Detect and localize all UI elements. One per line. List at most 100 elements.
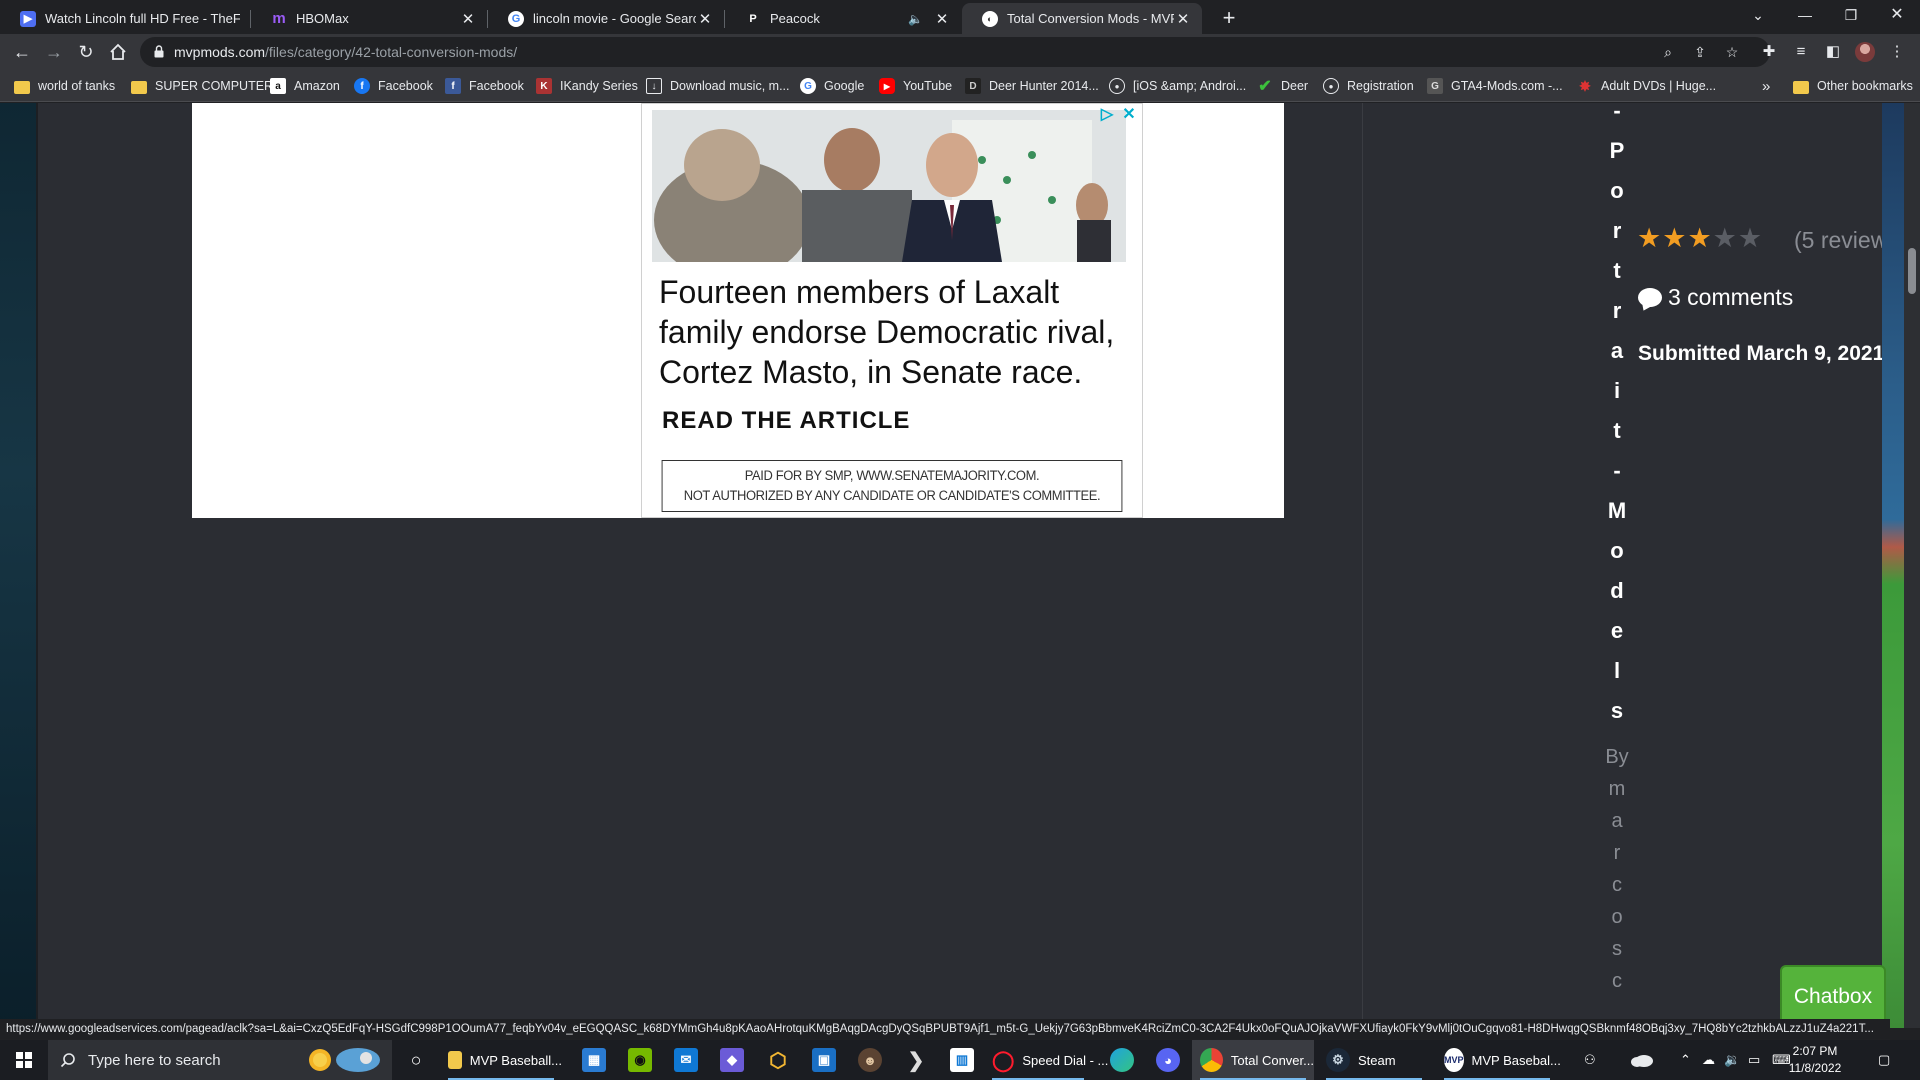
file-author[interactable]: By m a r c o s c	[1602, 741, 1632, 997]
taskbar-item-mvp-folder[interactable]: MVP Baseball...	[440, 1040, 562, 1080]
bookmark-download-music[interactable]: ↓ Download music, m...	[646, 77, 789, 95]
bookmarks-overflow-button[interactable]: »	[1762, 77, 1770, 95]
ad-headline[interactable]: Fourteen members of Laxalt family endors…	[659, 272, 1139, 392]
bookmark-other-bookmarks[interactable]: Other bookmarks	[1793, 77, 1913, 95]
bookmark-world-of-tanks[interactable]: world of tanks	[14, 77, 115, 95]
file-author-char: a	[1611, 810, 1623, 832]
taskbar-item-label: MVP Basebal...	[1471, 1052, 1561, 1068]
system-clock[interactable]: 2:07 PM 11/8/2022	[1786, 1043, 1844, 1077]
new-tab-button[interactable]: +	[1215, 4, 1243, 32]
bookmark-super-computer[interactable]: SUPER COMPUTER	[131, 77, 273, 95]
taskbar-hive-app[interactable]: ⬡	[760, 1040, 796, 1080]
tab-hbomax[interactable]: m HBOMax ✕	[251, 3, 487, 34]
extensions-icon[interactable]: ✚	[1758, 41, 1780, 63]
tab-peacock[interactable]: P Peacock 🔈 ✕	[725, 3, 961, 34]
rating-stars: ★ ★ ★ ★ ★	[1637, 223, 1763, 254]
bookmark-deer[interactable]: ✔ Deer	[1257, 77, 1308, 95]
menu-kebab-icon[interactable]: ⋮	[1886, 41, 1908, 63]
scrollbar-thumb[interactable]	[1908, 248, 1916, 294]
tab-title: lincoln movie - Google Search	[533, 11, 696, 26]
bookmark-adult-dvds[interactable]: ✸ Adult DVDs | Huge...	[1577, 77, 1716, 95]
bookmark-deer-hunter[interactable]: D Deer Hunter 2014...	[965, 77, 1099, 95]
share-icon[interactable]: ⇪	[1690, 42, 1710, 62]
tab-watch-lincoln[interactable]: ▶ Watch Lincoln full HD Free - TheF	[0, 3, 250, 34]
weather-cloud-icon[interactable]: ☁	[1702, 1040, 1715, 1080]
close-ad-icon[interactable]: ✕	[1120, 106, 1138, 124]
address-bar[interactable]: mvpmods.com/files/category/42-total-conv…	[140, 37, 1770, 67]
bookmark-youtube[interactable]: ▶ YouTube	[879, 77, 952, 95]
taskbar-pinned-store-apps[interactable]: ▦	[576, 1040, 612, 1080]
star-filled-icon: ★	[1687, 223, 1712, 253]
taskbar-discord[interactable]: ◕	[1150, 1040, 1186, 1080]
bookmark-facebook-1[interactable]: f Facebook	[354, 77, 433, 95]
comments-link[interactable]: 3 comments	[1638, 284, 1793, 311]
profile-avatar[interactable]	[1855, 42, 1875, 62]
tab-total-conversion-mods[interactable]: ◐ Total Conversion Mods - MVP Mo ✕	[962, 3, 1202, 34]
ad-photo[interactable]	[652, 110, 1126, 262]
taskbar-store[interactable]: ▥	[944, 1040, 980, 1080]
notifications-icon[interactable]: ▢	[1878, 1040, 1890, 1080]
url-text[interactable]: mvpmods.com/files/category/42-total-conv…	[174, 44, 517, 60]
bookmark-facebook-2[interactable]: f Facebook	[445, 77, 524, 95]
file-title-char: t	[1613, 258, 1621, 283]
taskbar-item-steam[interactable]: ⚙ Steam	[1318, 1040, 1430, 1080]
restore-button[interactable]: ❐	[1828, 0, 1874, 30]
ad-badges: ▷ ✕	[1098, 106, 1138, 124]
media-control-icon[interactable]: ≡	[1790, 41, 1812, 63]
back-button[interactable]: ←	[8, 38, 36, 66]
cortana-icon[interactable]: ○	[400, 1040, 432, 1080]
minimize-button[interactable]: —	[1782, 0, 1828, 30]
network-icon[interactable]: ▭	[1748, 1040, 1760, 1080]
bookmark-registration[interactable]: ● Registration	[1323, 77, 1414, 95]
taskbar-terminal-app[interactable]: ❯	[898, 1040, 934, 1080]
reload-button[interactable]: ↻	[72, 38, 100, 66]
bookmark-ikandy[interactable]: K IKandy Series	[536, 77, 638, 95]
taskbar-nvidia[interactable]: ◉	[622, 1040, 658, 1080]
start-button[interactable]	[0, 1040, 48, 1080]
lock-icon[interactable]	[154, 45, 164, 58]
file-author-char: s	[1612, 938, 1622, 960]
people-icon[interactable]: ⚇	[1584, 1040, 1596, 1080]
side-panel-icon[interactable]: ◧	[1822, 41, 1844, 63]
taskbar-edge[interactable]	[1104, 1040, 1140, 1080]
onedrive-icon[interactable]	[1630, 1040, 1654, 1080]
taskbar-video-editor[interactable]: ◆	[714, 1040, 750, 1080]
folder-icon	[448, 1051, 462, 1069]
taskbar-item-label: MVP Baseball...	[469, 1052, 562, 1068]
home-button[interactable]	[104, 38, 132, 66]
forward-button[interactable]: →	[40, 38, 68, 66]
bookmark-ios-android[interactable]: ● [iOS &amp; Androi...	[1109, 77, 1246, 95]
taskbar-game-app[interactable]: ☻	[852, 1040, 888, 1080]
taskbar-item-mvp-baseball[interactable]: MVP MVP Basebal...	[1436, 1040, 1561, 1080]
chatbox-button[interactable]: Chatbox	[1780, 965, 1886, 1023]
page-scrollbar[interactable]	[1904, 103, 1920, 1028]
window-app-icon: ▣	[812, 1048, 836, 1072]
bookmark-star-icon[interactable]: ☆	[1722, 42, 1742, 62]
close-window-button[interactable]: ✕	[1874, 0, 1920, 30]
close-icon[interactable]: ✕	[933, 10, 951, 28]
advertisement[interactable]: ▷ ✕ Fourteen members of Laxalt family en…	[641, 103, 1143, 518]
file-title[interactable]: -Portrait-Models	[1602, 103, 1632, 731]
bookmark-google[interactable]: G Google	[800, 77, 864, 95]
file-author-char: By	[1605, 746, 1629, 768]
show-hidden-icons-chevron-icon[interactable]: ⌃	[1680, 1040, 1691, 1080]
zoom-icon[interactable]: ⌕	[1658, 42, 1678, 62]
adchoices-icon[interactable]: ▷	[1098, 106, 1116, 124]
volume-icon[interactable]: 🔉	[1724, 1040, 1740, 1080]
bookmark-amazon[interactable]: a Amazon	[270, 77, 340, 95]
taskbar-item-opera[interactable]: ◯ Speed Dial - ...	[984, 1040, 1108, 1080]
checkmark-icon: ✔	[1258, 78, 1272, 95]
close-icon[interactable]: ✕	[696, 10, 714, 28]
close-icon[interactable]: ✕	[459, 10, 477, 28]
bookmark-gta4-mods[interactable]: G GTA4-Mods.com -...	[1427, 77, 1563, 95]
file-info-column: -Portrait-Models By m a r c o s c ★ ★ ★ ★ ★ (5 revi…	[1364, 103, 1906, 1028]
tab-search-icon[interactable]: ⌄	[1735, 0, 1781, 30]
speaker-icon[interactable]: 🔈	[908, 12, 923, 26]
taskbar-item-chrome[interactable]: Total Conver...	[1192, 1040, 1314, 1080]
taskbar-search[interactable]: Type here to search	[48, 1040, 392, 1080]
close-icon[interactable]: ✕	[1174, 10, 1192, 28]
read-article-link[interactable]: READ THE ARTICLE	[662, 407, 910, 435]
tab-google-search[interactable]: G lincoln movie - Google Search ✕	[488, 3, 724, 34]
taskbar-mail[interactable]: ✉	[668, 1040, 704, 1080]
taskbar-window-app[interactable]: ▣	[806, 1040, 842, 1080]
